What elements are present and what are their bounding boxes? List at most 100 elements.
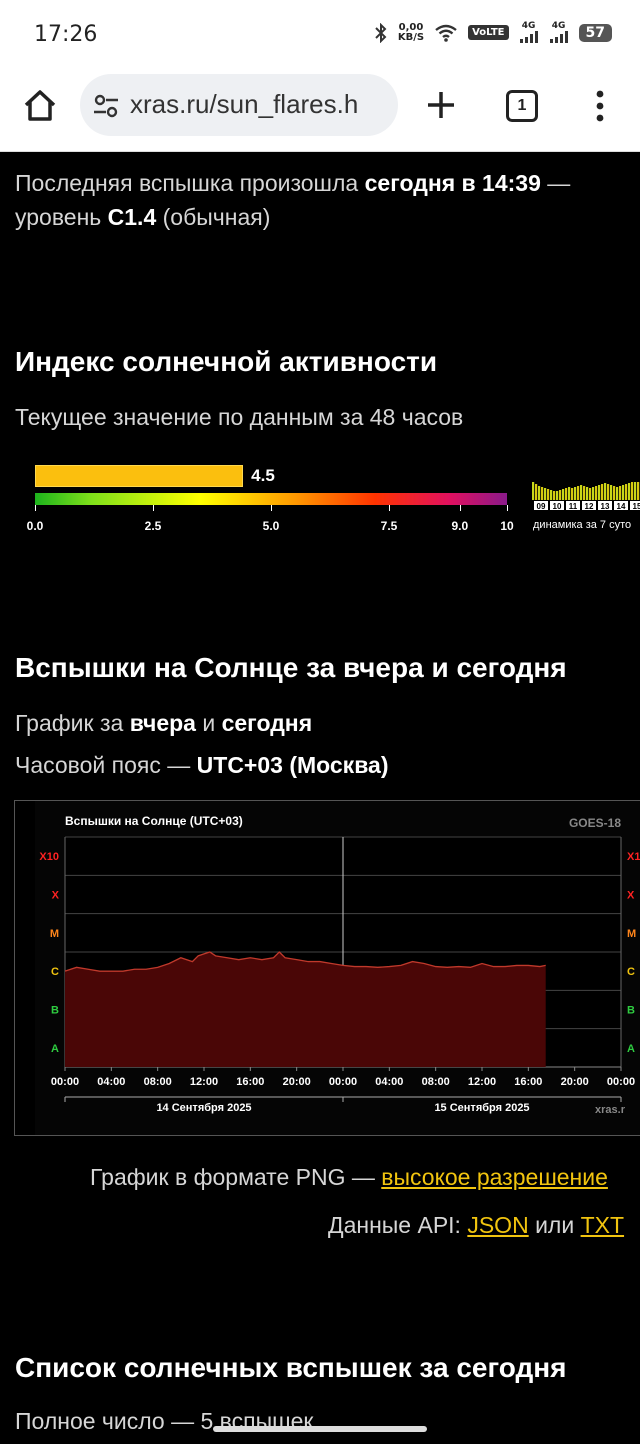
mini-bar xyxy=(547,489,550,500)
chart-x-tick-label: 16:00 xyxy=(514,1076,542,1088)
mini-day-label: 14 xyxy=(617,502,626,510)
last-flare-line-2: уровень C1.4 (обычная) xyxy=(15,204,271,230)
mini-bar xyxy=(577,486,580,500)
scale-tick-label: 5.0 xyxy=(262,519,280,533)
scale-tick xyxy=(35,505,36,511)
chart-x-tick-label: 16:00 xyxy=(236,1076,264,1088)
mini-bar xyxy=(535,484,538,500)
chart-x-tick-label: 12:00 xyxy=(190,1076,218,1088)
api-line: Данные API: JSON или TXT xyxy=(328,1212,625,1238)
mini-bar xyxy=(544,488,547,500)
mini-bar xyxy=(634,481,637,500)
chart-x-tick-label: 04:00 xyxy=(97,1076,125,1088)
chart-source-label: GOES-18 xyxy=(569,816,621,830)
chart-y-label-right: A xyxy=(627,1043,635,1055)
status-icons: 0,00 KB/S VoLTE 4G 4G 57 xyxy=(374,22,612,43)
api-json-link[interactable]: JSON xyxy=(467,1212,528,1238)
mini-bar xyxy=(598,485,601,500)
scale-tick xyxy=(271,505,272,511)
new-tab-button[interactable] xyxy=(424,88,458,122)
flares-chart-svg: Вспышки на Солнце (UTC+03) GOES-18 A A B B C C M… xyxy=(35,801,640,1135)
scale-tick-label: 7.5 xyxy=(380,519,398,533)
gesture-nav-bar[interactable] xyxy=(213,1426,427,1432)
chart-x-tick-label: 04:00 xyxy=(375,1076,403,1088)
battery-indicator: 57 xyxy=(578,23,612,42)
scale-tick xyxy=(507,505,508,511)
mini-bar xyxy=(568,487,571,500)
mini-bar xyxy=(571,488,574,500)
mini-day-label: 10 xyxy=(553,502,562,510)
wifi-icon xyxy=(434,24,458,42)
chart-title: Вспышки на Солнце (UTC+03) xyxy=(65,814,243,828)
activity-7day-label: динамика за 7 суто xyxy=(533,519,632,531)
activity-scale-gradient xyxy=(35,493,507,505)
mini-bar xyxy=(622,485,625,500)
chart-x-tick-label: 00:00 xyxy=(51,1076,79,1088)
activity-index-heading: Индекс солнечной активности xyxy=(15,346,438,377)
chart-y-label-right: X xyxy=(627,890,635,902)
flare-list-count: Полное число — 5 вспышек xyxy=(15,1408,314,1434)
last-flare-line-1: Последняя вспышка произошла сегодня в 14… xyxy=(15,170,571,196)
url-bar[interactable]: xras.ru/sun_flares.h xyxy=(80,74,398,136)
signal-sim1-icon: 4G xyxy=(519,22,539,43)
flare-list-heading: Список солнечных вспышек за сегодня xyxy=(15,1352,567,1383)
mini-day-label: 12 xyxy=(585,502,594,510)
scale-tick-label: 2.5 xyxy=(144,519,162,533)
chart-x-tick-label: 08:00 xyxy=(422,1076,450,1088)
mini-bar xyxy=(559,490,562,500)
site-settings-icon[interactable] xyxy=(92,92,120,120)
chart-y-label-left: X xyxy=(52,890,60,902)
flares-heading: Вспышки на Солнце за вчера и сегодня xyxy=(15,652,567,683)
mini-bar xyxy=(580,485,583,500)
flares-chart[interactable]: Вспышки на Солнце (UTC+03) GOES-18 A A B B C C M… xyxy=(14,800,640,1136)
scale-tick xyxy=(153,505,154,511)
mini-bar xyxy=(541,487,544,500)
url-text[interactable]: xras.ru/sun_flares.h xyxy=(130,89,358,120)
activity-index-subtitle: Текущее значение по данным за 48 часов xyxy=(15,404,464,430)
chart-y-label-left: A xyxy=(51,1043,59,1055)
api-txt-link[interactable]: TXT xyxy=(581,1212,624,1238)
volte-badge: VoLTE xyxy=(468,25,509,40)
mini-day-label: 13 xyxy=(601,502,610,510)
chart-watermark: xras.r xyxy=(595,1104,626,1116)
activity-7day-mini-chart[interactable]: 09 10 11 12 13 14 15 xyxy=(532,481,640,511)
scale-tick-label: 9.0 xyxy=(451,519,469,533)
mini-bar xyxy=(592,487,595,500)
scale-tick-label: 0.0 xyxy=(26,519,44,533)
chart-x-tick-label: 08:00 xyxy=(144,1076,172,1088)
mini-bar xyxy=(538,486,541,500)
mini-bar xyxy=(550,490,553,500)
chart-y-label-left: M xyxy=(50,928,59,940)
status-time: 17:26 xyxy=(34,22,98,47)
plus-icon xyxy=(428,92,454,118)
mini-bar xyxy=(619,486,622,500)
chart-y-label-left: X10 xyxy=(39,851,59,863)
browser-menu-button[interactable] xyxy=(588,88,612,124)
mini-day-label: 15 xyxy=(633,502,640,510)
mini-bar xyxy=(556,491,559,500)
mini-bar xyxy=(589,488,592,500)
chart-y-label-right: X10 xyxy=(627,851,640,863)
tab-switcher-button[interactable]: 1 xyxy=(506,90,538,122)
chart-x-tick-label: 00:00 xyxy=(607,1076,635,1088)
chart-x-tick-label: 12:00 xyxy=(468,1076,496,1088)
mini-bar xyxy=(601,484,604,500)
chart-y-label-right: C xyxy=(627,966,635,978)
mini-bar xyxy=(532,482,535,500)
status-bar: 17:26 0,00 KB/S VoLTE 4G 4G 57 xyxy=(0,0,640,68)
png-hires-link[interactable]: высокое разрешение xyxy=(381,1164,608,1190)
scale-tick-label: 10 xyxy=(500,519,514,533)
chart-day-label: 14 Сентября 2025 xyxy=(156,1102,251,1114)
net-speed: 0,00 KB/S xyxy=(397,21,425,43)
chart-x-tick-label: 20:00 xyxy=(561,1076,589,1088)
graph-period-line: График за вчера и сегодня xyxy=(15,710,313,736)
home-button[interactable] xyxy=(20,86,60,126)
activity-index-bar xyxy=(35,465,244,487)
bluetooth-icon xyxy=(374,22,388,43)
mini-bar xyxy=(553,491,556,500)
mini-bar xyxy=(637,482,640,500)
home-icon xyxy=(24,90,56,121)
mini-bar xyxy=(574,487,577,500)
chart-y-label-left: B xyxy=(51,1005,59,1017)
mini-bar xyxy=(565,488,568,500)
